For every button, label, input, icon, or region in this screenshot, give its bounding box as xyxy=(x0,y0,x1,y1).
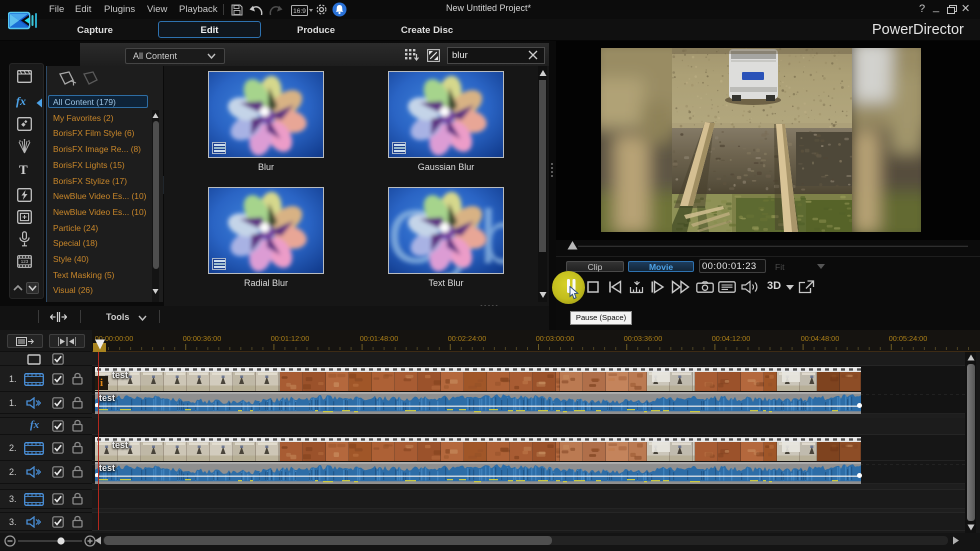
svg-text:00:02:24:00: 00:02:24:00 xyxy=(448,334,487,343)
svg-text:00:05:24:00: 00:05:24:00 xyxy=(889,334,928,343)
svg-text:123: 123 xyxy=(21,259,29,264)
svg-text:00:03:36:00: 00:03:36:00 xyxy=(624,334,663,343)
svg-text:00:01:48:00: 00:01:48:00 xyxy=(360,334,399,343)
svg-text:00:01:12:00: 00:01:12:00 xyxy=(271,334,310,343)
svg-text:00:03:00:00: 00:03:00:00 xyxy=(536,334,575,343)
svg-text:00:04:12:00: 00:04:12:00 xyxy=(712,334,751,343)
svg-text:16:9: 16:9 xyxy=(293,8,306,15)
svg-text:00:04:48:00: 00:04:48:00 xyxy=(801,334,840,343)
svg-text:00:00:36:00: 00:00:36:00 xyxy=(183,334,222,343)
